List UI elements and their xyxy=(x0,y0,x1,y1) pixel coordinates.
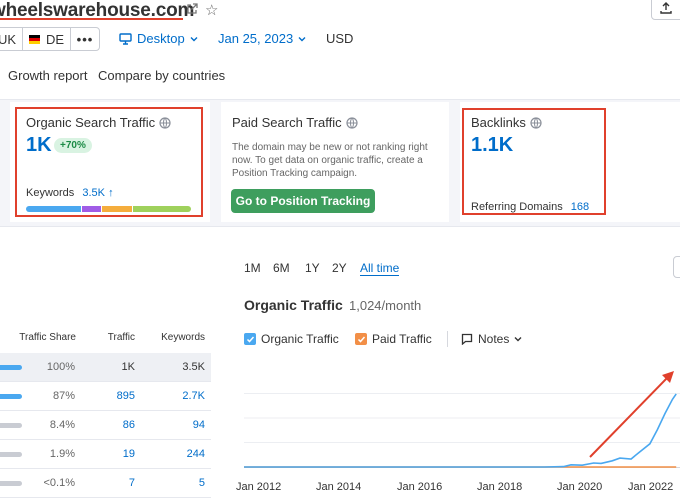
notes-icon xyxy=(461,333,473,345)
database-de-label: DE xyxy=(45,31,64,47)
traffic-share-bar xyxy=(0,452,22,457)
chart-title: Organic Traffic xyxy=(244,297,343,313)
checkbox-checked-icon[interactable] xyxy=(244,333,256,345)
series-line-organic xyxy=(244,393,677,468)
chevron-down-icon xyxy=(190,36,198,41)
header-keywords[interactable]: Keywords xyxy=(150,332,205,343)
device-selector[interactable]: Desktop xyxy=(119,31,198,46)
chart-subtitle: 1,024/month xyxy=(349,298,422,313)
legend-paid-label: Paid Traffic xyxy=(372,332,432,346)
backlinks-highlight-box xyxy=(462,108,606,215)
database-uk-button[interactable]: UK xyxy=(0,27,23,51)
period-6m[interactable]: 6M xyxy=(273,261,290,275)
star-icon[interactable]: ☆ xyxy=(205,1,218,19)
keywords-cell: 3.5K xyxy=(182,361,205,373)
traffic-cell[interactable]: 7 xyxy=(95,477,135,489)
desktop-icon xyxy=(119,32,132,45)
keywords-cell[interactable]: 94 xyxy=(150,419,205,431)
keywords-cell[interactable]: 2.7K xyxy=(150,390,205,402)
chevron-down-icon xyxy=(298,36,306,41)
notes-dropdown[interactable]: Notes xyxy=(461,332,522,346)
traffic-share-cell: 1.9% xyxy=(49,448,75,460)
globe-icon xyxy=(345,116,358,129)
period-2y[interactable]: 2Y xyxy=(332,261,347,275)
x-tick-label: Jan 2014 xyxy=(316,481,362,493)
more-databases-label: ••• xyxy=(76,31,94,47)
legend-paid-traffic[interactable]: Paid Traffic xyxy=(355,332,432,346)
traffic-share-bar xyxy=(0,423,22,428)
traffic-share-bar xyxy=(0,481,22,486)
traffic-cell[interactable]: 86 xyxy=(95,419,135,431)
keywords-cell[interactable]: 5 xyxy=(150,477,205,489)
currency-label: USD xyxy=(326,31,354,46)
paid-traffic-description: The domain may be new or not ranking rig… xyxy=(232,142,428,179)
x-tick-label: Jan 2022 xyxy=(628,481,674,493)
go-to-position-tracking-button[interactable]: Go to Position Tracking xyxy=(231,189,375,213)
checkbox-checked-icon[interactable] xyxy=(355,333,367,345)
traffic-cell[interactable]: 895 xyxy=(95,390,135,402)
external-link-icon[interactable] xyxy=(186,3,198,15)
organic-highlight-box xyxy=(15,107,203,217)
legend-organic-label: Organic Traffic xyxy=(261,332,339,346)
date-selector[interactable]: Jan 25, 2023 xyxy=(218,31,306,46)
upload-icon xyxy=(660,2,672,14)
x-tick-label: Jan 2016 xyxy=(397,481,443,493)
traffic-share-bar xyxy=(0,394,22,399)
date-label: Jan 25, 2023 xyxy=(218,31,294,46)
traffic-share-cell: <0.1% xyxy=(43,477,76,489)
notes-label: Notes xyxy=(478,332,510,346)
legend-divider xyxy=(447,331,448,347)
header-traffic-share[interactable]: Traffic Share xyxy=(16,332,76,343)
paid-traffic-title: Paid Search Traffic xyxy=(232,115,358,130)
traffic-cell[interactable]: 19 xyxy=(95,448,135,460)
chevron-down-icon xyxy=(514,337,522,342)
period-1y[interactable]: 1Y xyxy=(305,261,320,275)
x-tick-label: Jan 2018 xyxy=(477,481,523,493)
period-all-time[interactable]: All time xyxy=(360,261,400,276)
traffic-share-cell: 8.4% xyxy=(49,419,75,431)
export-button[interactable] xyxy=(651,0,680,20)
domain-highlight-underline xyxy=(0,18,183,20)
paid-traffic-title-text: Paid Search Traffic xyxy=(232,115,342,130)
x-tick-label: Jan 2020 xyxy=(557,481,603,493)
database-uk-label: UK xyxy=(0,31,16,47)
traffic-share-bar xyxy=(0,365,22,370)
x-tick-label: Jan 2012 xyxy=(236,481,282,493)
traffic-share-cell: 87% xyxy=(52,390,75,402)
device-label: Desktop xyxy=(137,31,185,46)
chart-options-button[interactable] xyxy=(673,256,680,278)
organic-traffic-chart[interactable] xyxy=(244,365,680,472)
traffic-cell: 1K xyxy=(121,361,135,373)
traffic-share-cell: 100% xyxy=(46,361,75,373)
database-de-button[interactable]: DE xyxy=(22,27,71,51)
annotation-arrow xyxy=(589,376,669,458)
tab-compare-by-countries[interactable]: Compare by countries xyxy=(98,68,225,83)
legend-organic-traffic[interactable]: Organic Traffic xyxy=(244,332,339,346)
more-databases-button[interactable]: ••• xyxy=(70,27,100,51)
germany-flag-icon xyxy=(29,34,40,44)
tab-growth-report[interactable]: Growth report xyxy=(8,68,87,83)
keywords-cell[interactable]: 244 xyxy=(150,448,205,460)
period-1m[interactable]: 1M xyxy=(244,261,261,275)
header-traffic[interactable]: Traffic xyxy=(95,332,135,343)
